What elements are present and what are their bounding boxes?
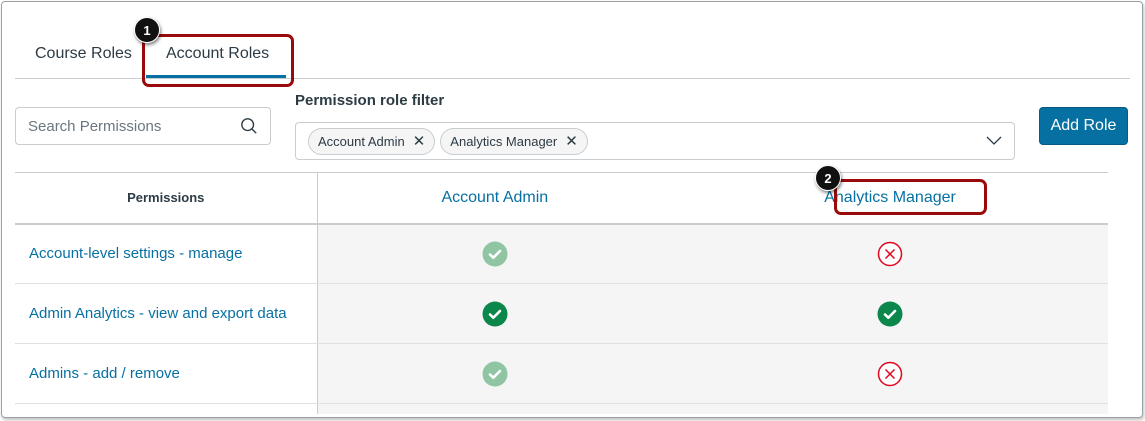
permission-cell-analytics-manager[interactable] bbox=[672, 343, 1108, 404]
permission-role-filter-label: Permission role filter bbox=[295, 92, 445, 109]
permission-cell-analytics-manager[interactable] bbox=[672, 283, 1108, 344]
table-row: Admins - add / remove bbox=[15, 343, 1108, 404]
permission-name[interactable]: Account-level settings - manage bbox=[15, 223, 318, 284]
permission-link[interactable]: Admin Analytics - view and export data bbox=[29, 305, 287, 322]
check-circle-icon[interactable] bbox=[877, 301, 903, 327]
tab-course-roles[interactable]: Course Roles bbox=[35, 45, 132, 63]
table-row bbox=[15, 403, 1108, 414]
permission-name[interactable]: Admins - add / remove bbox=[15, 343, 318, 404]
remove-icon[interactable]: ✕ bbox=[413, 132, 426, 150]
remove-icon[interactable]: ✕ bbox=[565, 132, 578, 150]
filter-chip-analytics-manager[interactable]: Analytics Manager ✕ bbox=[440, 127, 588, 155]
permission-role-filter-select[interactable]: Account Admin ✕ Analytics Manager ✕ bbox=[295, 122, 1015, 160]
add-role-button[interactable]: Add Role bbox=[1039, 107, 1128, 145]
x-circle-icon[interactable] bbox=[877, 241, 903, 267]
filter-chip-account-admin[interactable]: Account Admin ✕ bbox=[308, 127, 436, 155]
table-row: Admin Analytics - view and export data bbox=[15, 283, 1108, 344]
callout-badge-2: 2 bbox=[815, 165, 841, 191]
callout-box-2 bbox=[834, 179, 987, 215]
callout-badge-1: 1 bbox=[134, 17, 160, 43]
chevron-down-icon[interactable] bbox=[986, 136, 1002, 146]
x-circle-icon[interactable] bbox=[877, 361, 903, 387]
permissions-column-header: Permissions bbox=[15, 172, 318, 225]
table-row: Account-level settings - manage bbox=[15, 223, 1108, 284]
role-header-account-admin[interactable]: Account Admin bbox=[317, 172, 673, 225]
permission-link[interactable]: Admins - add / remove bbox=[29, 365, 180, 382]
permission-cell-account-admin[interactable] bbox=[317, 223, 673, 284]
permission-cell-analytics-manager[interactable] bbox=[672, 223, 1108, 284]
search-input[interactable] bbox=[28, 117, 240, 135]
search-icon[interactable] bbox=[240, 117, 258, 135]
search-permissions-field[interactable] bbox=[15, 107, 271, 145]
permission-cell-account-admin[interactable] bbox=[317, 283, 673, 344]
permission-cell-account-admin[interactable] bbox=[317, 343, 673, 404]
permission-name[interactable]: Admin Analytics - view and export data bbox=[15, 283, 318, 344]
permission-link[interactable]: Account-level settings - manage bbox=[29, 245, 242, 262]
callout-box-1 bbox=[142, 34, 294, 87]
check-circle-icon[interactable] bbox=[482, 301, 508, 327]
check-circle-icon[interactable] bbox=[482, 241, 508, 267]
check-circle-icon[interactable] bbox=[482, 361, 508, 387]
